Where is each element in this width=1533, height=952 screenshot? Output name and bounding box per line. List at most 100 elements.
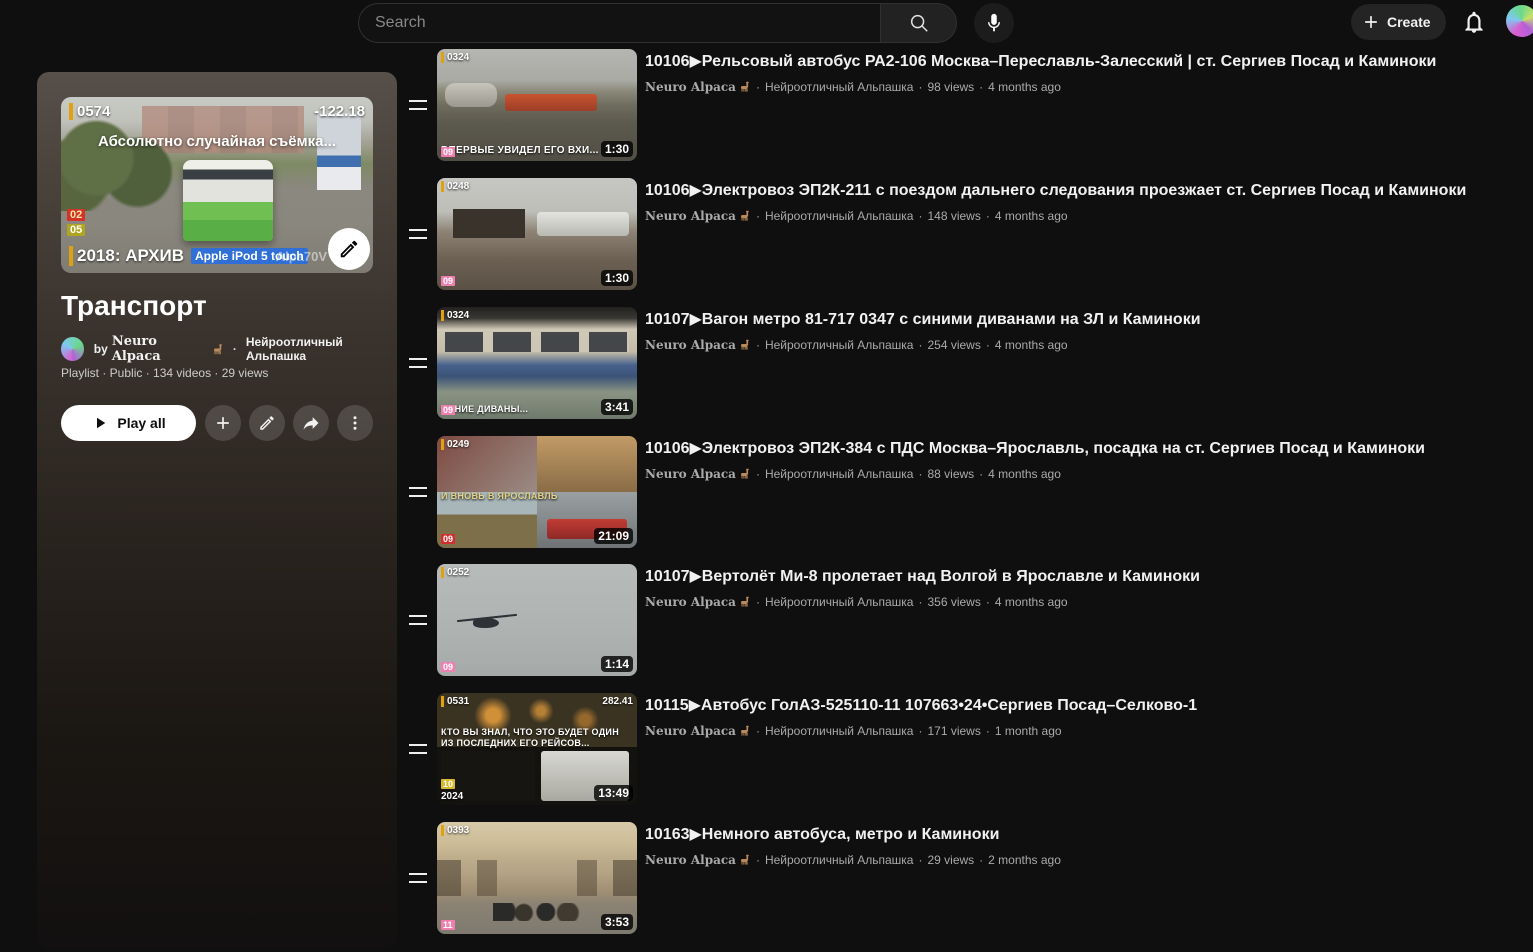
separator [751, 595, 765, 609]
video-thumbnail[interactable]: 0252 09 1:14 [437, 564, 637, 676]
channel-name[interactable]: Neuro Alpaca [645, 853, 736, 867]
llama-emoji-icon [212, 343, 224, 356]
thumbnail-meter-overlay: -122.18 [314, 103, 365, 120]
thumbnail-caption-overlay: Абсолютно случайная съёмка... [61, 133, 373, 150]
channel-name[interactable]: Neuro Alpaca [645, 467, 736, 481]
separator [981, 338, 995, 352]
video-list-item: 0324 ВПЕРВЫЕ УВИДЕЛ ЕГО ВХИ... 09 1:30 1… [400, 49, 1515, 161]
more-actions-button[interactable] [337, 405, 373, 441]
add-videos-button[interactable] [205, 405, 241, 441]
channel-name[interactable]: Neuro Alpaca [645, 209, 736, 223]
share-playlist-button[interactable] [293, 405, 329, 441]
video-list-item: 0249 И ВНОВЬ В ЯРОСЛАВЛЬ 09 21:09 10106▶… [400, 436, 1515, 548]
duration-badge: 13:49 [594, 785, 633, 801]
video-title[interactable]: 10107▶Вагон метро 81-717 0347 с синими д… [645, 309, 1515, 329]
video-info: 10163▶Немного автобуса, метро и Каминоки… [645, 824, 1515, 867]
view-count: 98 views [927, 80, 974, 94]
share-arrow-icon [301, 413, 321, 433]
view-count: 254 views [927, 338, 980, 352]
channel-name[interactable]: Neuro Alpaca [645, 80, 736, 94]
thumbnail-counter-overlay: 0248 [441, 181, 469, 192]
drag-handle-icon[interactable] [409, 487, 427, 497]
channel-alt-name: Нейроотличный Альпашка [765, 724, 914, 738]
channel-alt-name: Нейроотличный Альпашка [765, 853, 914, 867]
bell-icon [1461, 9, 1487, 35]
separator [981, 209, 995, 223]
thumbnail-caption-overlay: КТО ВЫ ЗНАЛ, ЧТО ЭТО БУДЕТ ОДИН ИЗ ПОСЛЕ… [441, 727, 633, 750]
duration-badge: 1:14 [601, 656, 633, 672]
thumbnail-caption-overlay: СИНИЕ ДИВАНЫ... [441, 404, 601, 415]
thumbnail-counter-overlay: 0324 [441, 310, 469, 321]
upload-age: 4 months ago [988, 467, 1061, 481]
plus-icon [1361, 12, 1381, 32]
thumbnail-tag: 09 [441, 276, 455, 286]
video-meta: Neuro Alpaca Нейроотличный Альпашка 98 v… [645, 80, 1515, 94]
video-list-item: 0324 СИНИЕ ДИВАНЫ... 09 3:41 10107▶Вагон… [400, 307, 1515, 419]
separator [751, 724, 765, 738]
llama-emoji-icon [739, 596, 751, 608]
notifications-button[interactable] [1461, 9, 1487, 35]
separator [751, 467, 765, 481]
separator [913, 209, 927, 223]
search-input[interactable] [358, 3, 880, 43]
thumbnail-caption-overlay: И ВНОВЬ В ЯРОСЛАВЛЬ [441, 491, 633, 502]
video-title[interactable]: 10107▶Вертолёт Ми-8 пролетает над Волгой… [645, 566, 1515, 586]
account-avatar[interactable] [1506, 5, 1533, 37]
video-title[interactable]: 10163▶Немного автобуса, метро и Каминоки [645, 824, 1515, 844]
thumbnail-art [445, 83, 497, 108]
search-bar [358, 3, 957, 43]
thumbnail-meter-overlay: 282.41 [602, 696, 633, 707]
thumbnail-counter-overlay: 0252 [441, 567, 469, 578]
video-title[interactable]: 10106▶Электровоз ЭП2К-384 с ПДС Москва–Я… [645, 438, 1515, 458]
drag-handle-icon[interactable] [409, 615, 427, 625]
drag-handle-icon[interactable] [409, 358, 427, 368]
edit-thumbnail-button[interactable] [328, 228, 370, 270]
top-header: Create [0, 0, 1533, 46]
playlist-thumbnail[interactable]: 0574 -122.18 Абсолютно случайная съёмка.… [61, 97, 373, 273]
playlist-owner: by Neuro Alpaca Нейроотличный Альпашка [61, 334, 397, 364]
video-title[interactable]: 10115▶Автобус ГолАЗ-525110-11 107663•24•… [645, 695, 1515, 715]
channel-name[interactable]: Neuro Alpaca [645, 338, 736, 352]
thumbnail-counter-overlay: 0249 [441, 439, 469, 450]
search-button[interactable] [880, 3, 957, 43]
duration-badge: 21:09 [594, 528, 633, 544]
video-thumbnail[interactable]: 0531 282.41 КТО ВЫ ЗНАЛ, ЧТО ЭТО БУДЕТ О… [437, 693, 637, 805]
llama-emoji-icon [739, 854, 751, 866]
video-list-item: 0248 09 1:30 10106▶Электровоз ЭП2К-211 с… [400, 178, 1515, 290]
video-thumbnail[interactable]: 0393 11 3:53 [437, 822, 637, 934]
duration-badge: 1:30 [601, 141, 633, 157]
channel-alt-name: Нейроотличный Альпашка [765, 338, 914, 352]
playlist-title: Транспорт [61, 290, 207, 322]
video-thumbnail[interactable]: 0248 09 1:30 [437, 178, 637, 290]
upload-age: 4 months ago [988, 80, 1061, 94]
create-button[interactable]: Create [1351, 4, 1446, 40]
video-title[interactable]: 10106▶Электровоз ЭП2К-211 с поездом даль… [645, 180, 1515, 200]
voice-search-button[interactable] [974, 3, 1014, 43]
drag-handle-icon[interactable] [409, 744, 427, 754]
drag-handle-icon[interactable] [409, 873, 427, 883]
thumbnail-art [445, 332, 629, 352]
separator [751, 80, 765, 94]
drag-handle-icon[interactable] [409, 229, 427, 239]
owner-avatar[interactable] [61, 337, 84, 361]
video-thumbnail[interactable]: 0249 И ВНОВЬ В ЯРОСЛАВЛЬ 09 21:09 [437, 436, 637, 548]
video-list-item: 0393 11 3:53 10163▶Немного автобуса, мет… [400, 822, 1515, 934]
play-all-button[interactable]: Play all [61, 405, 196, 441]
channel-name[interactable]: Neuro Alpaca [645, 724, 736, 738]
drag-handle-icon[interactable] [409, 100, 427, 110]
edit-playlist-button[interactable] [249, 405, 285, 441]
view-count: 356 views [927, 595, 980, 609]
video-thumbnail[interactable]: 0324 СИНИЕ ДИВАНЫ... 09 3:41 [437, 307, 637, 419]
channel-name[interactable]: Neuro Alpaca [645, 595, 736, 609]
plus-icon [213, 413, 233, 433]
microphone-icon [983, 12, 1005, 34]
video-title[interactable]: 10106▶Рельсовый автобус РА2-106 Москва–П… [645, 51, 1515, 71]
thumbnail-counter-overlay: 0574 [69, 103, 110, 120]
channel-alt-name: Нейроотличный Альпашка [765, 595, 914, 609]
video-meta: Neuro Alpaca Нейроотличный Альпашка 171 … [645, 724, 1515, 738]
separator [974, 80, 988, 94]
channel-name[interactable]: Neuro Alpaca [112, 334, 205, 364]
llama-emoji-icon [739, 81, 751, 93]
llama-emoji-icon [739, 339, 751, 351]
video-thumbnail[interactable]: 0324 ВПЕРВЫЕ УВИДЕЛ ЕГО ВХИ... 09 1:30 [437, 49, 637, 161]
